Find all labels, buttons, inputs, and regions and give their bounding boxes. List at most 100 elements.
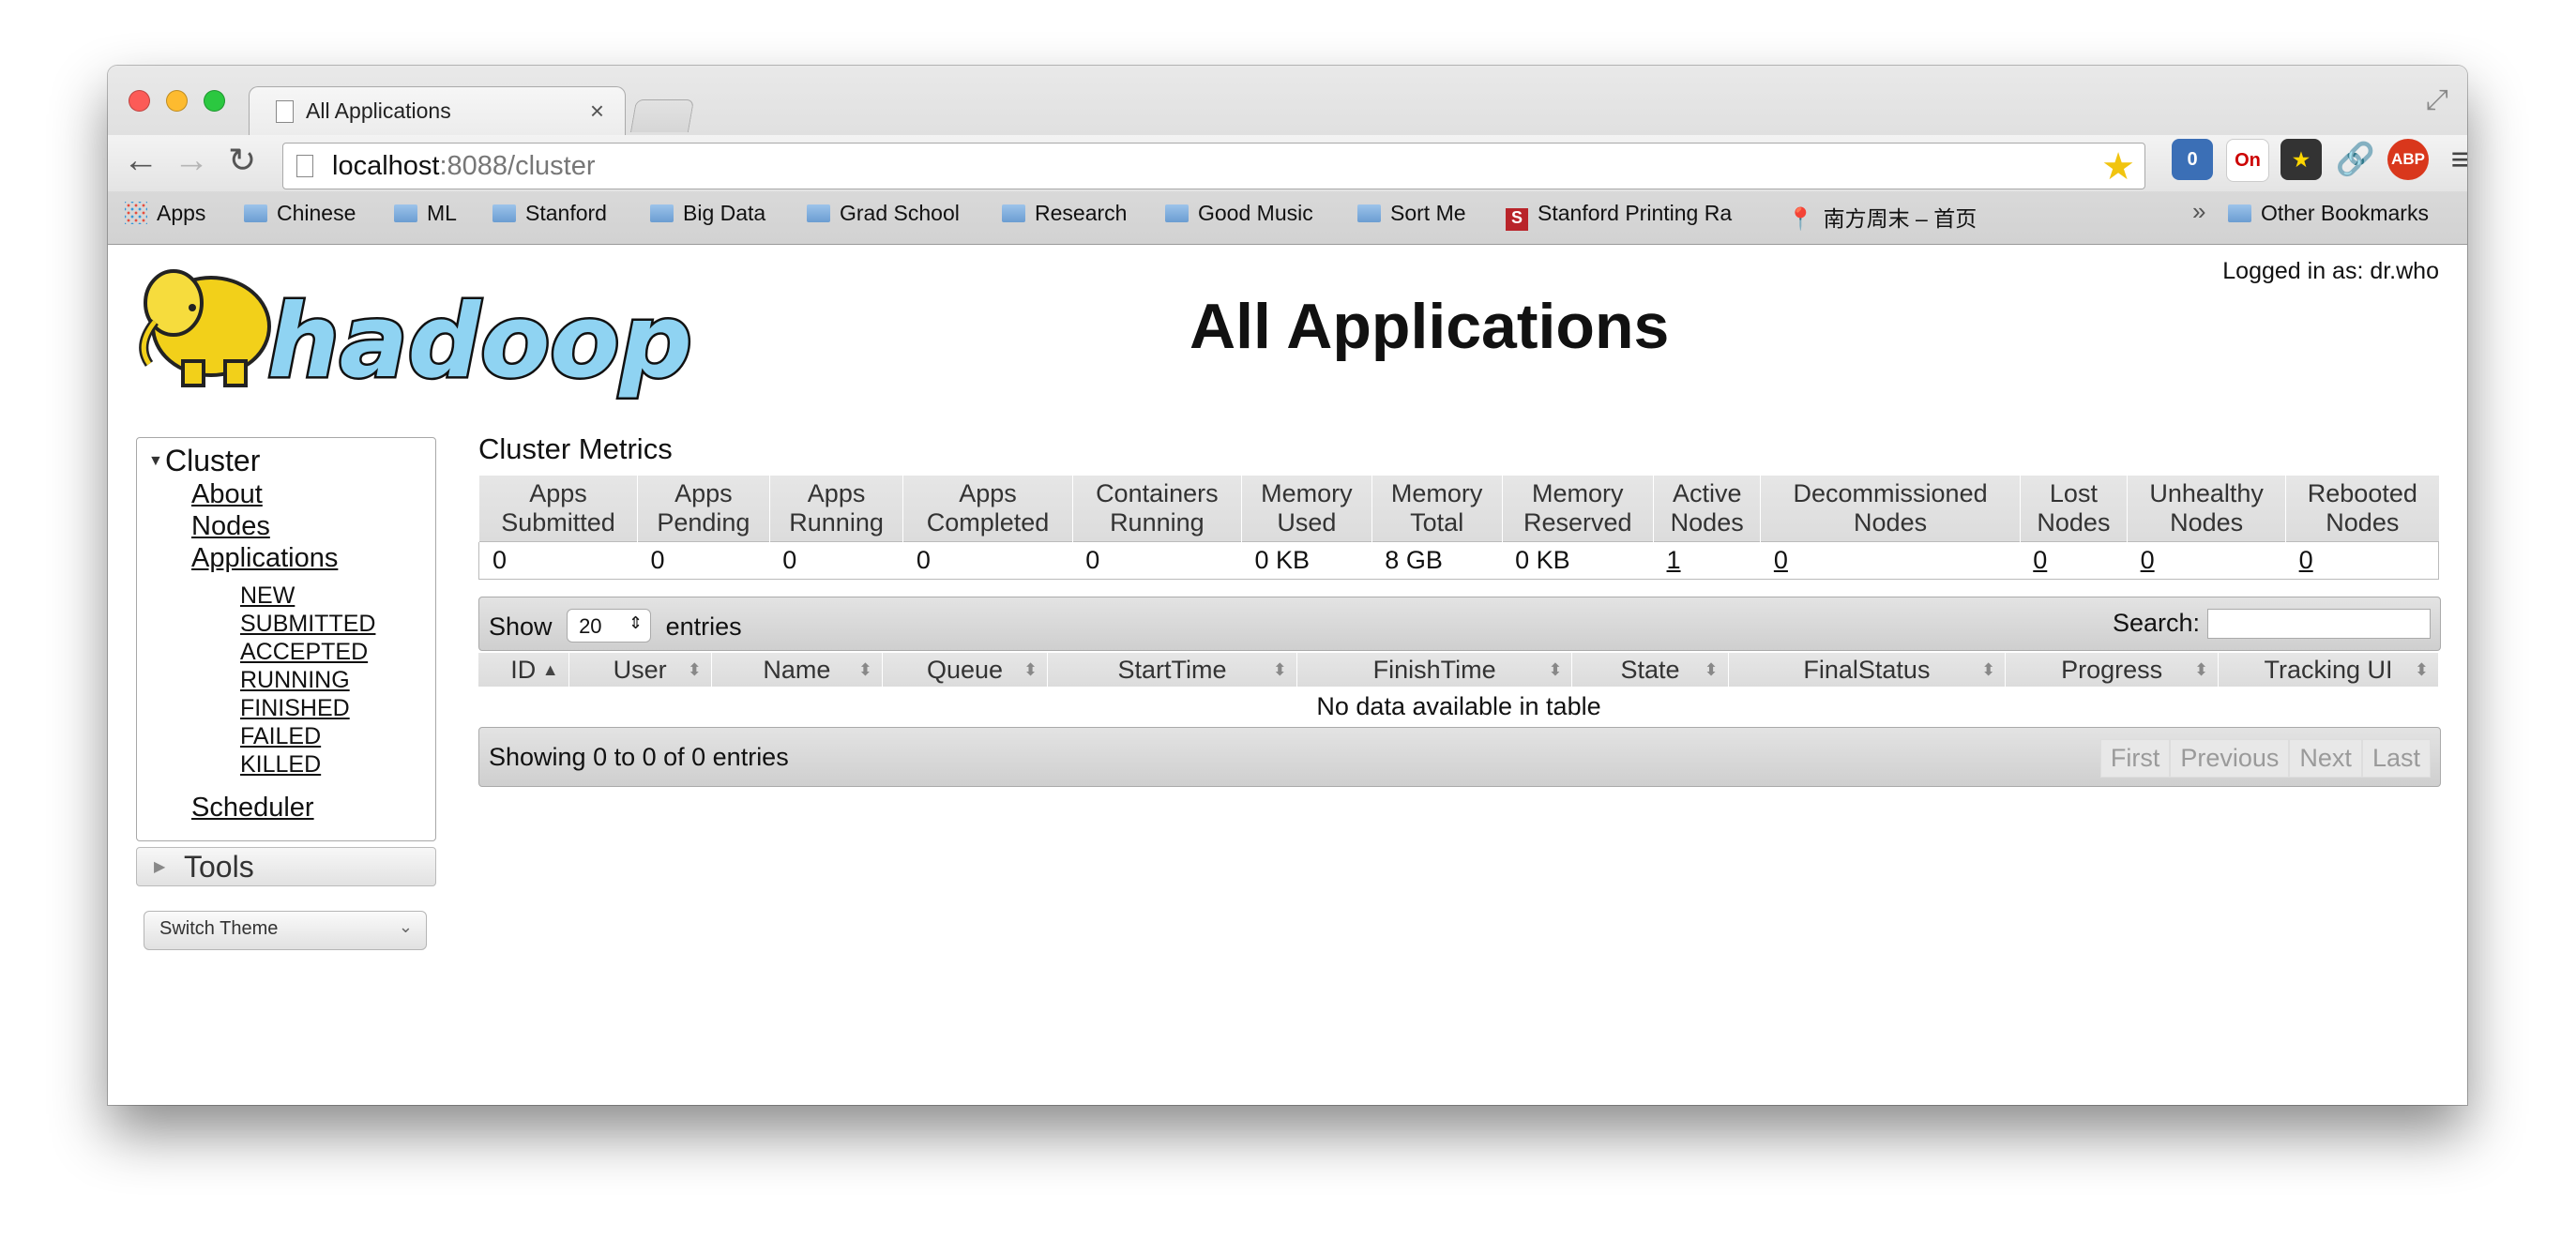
close-window-button[interactable] <box>129 90 150 112</box>
bookmark-big-data[interactable]: Big Data <box>650 201 765 226</box>
bookmark-grad-school[interactable]: Grad School <box>807 201 960 226</box>
column-id[interactable]: ID ▲ <box>478 653 569 687</box>
tab-all-applications[interactable]: All Applications × <box>249 86 626 136</box>
sidebar-link-about[interactable]: About <box>137 478 435 510</box>
first-page-button[interactable]: First <box>2099 739 2171 778</box>
hadoop-logo[interactable]: hadoop <box>136 256 699 406</box>
back-arrow-icon[interactable]: ← <box>123 141 159 181</box>
bookmark-stanford-printing[interactable]: S Stanford Printing Ra <box>1506 201 1732 231</box>
bookmark-stanford[interactable]: Stanford <box>492 201 607 226</box>
sort-icon: ⬍ <box>687 660 702 679</box>
column-state[interactable]: State ⬍ <box>1572 653 1729 687</box>
metrics-value-row: 0 0 0 0 0 0 KB 8 GB 0 KB 1 0 0 0 0 <box>478 541 2439 580</box>
url-text[interactable]: localhost:8088/cluster <box>332 151 596 182</box>
switch-theme-button[interactable]: Switch Theme ⌄ <box>144 911 427 950</box>
cluster-metrics-title: Cluster Metrics <box>478 432 673 465</box>
column-name[interactable]: Name ⬍ <box>712 653 883 687</box>
active-nodes-link[interactable]: 1 <box>1667 546 1681 574</box>
folder-icon <box>394 204 417 222</box>
metrics-header: Lost Nodes <box>2019 476 2128 542</box>
zoom-window-button[interactable] <box>204 90 225 112</box>
bookmark-ml[interactable]: ML <box>394 201 457 226</box>
sidebar-state-failed[interactable]: FAILED <box>137 722 435 750</box>
lost-nodes-link[interactable]: 0 <box>2033 546 2047 574</box>
column-finishtime[interactable]: FinishTime ⬍ <box>1297 653 1573 687</box>
adblock-plus-icon[interactable]: ABP <box>2387 139 2429 180</box>
column-user[interactable]: User ⬍ <box>569 653 712 687</box>
bookmark-good-music[interactable]: Good Music <box>1165 201 1313 226</box>
metric-rebooted-nodes: 0 <box>2285 541 2439 580</box>
entries-select[interactable]: 20 ⇕ <box>567 609 652 643</box>
unhealthy-nodes-link[interactable]: 0 <box>2141 546 2155 574</box>
bookmark-chinese[interactable]: Chinese <box>244 201 356 226</box>
metrics-header: Apps Running <box>768 476 903 542</box>
folder-icon <box>807 204 830 222</box>
page-icon <box>276 100 294 123</box>
bookmark-star-icon[interactable]: ★ <box>2101 145 2135 189</box>
star-extension-icon[interactable]: ★ <box>2281 139 2322 180</box>
bookmark-other[interactable]: Other Bookmarks <box>2228 201 2429 226</box>
search-label: Search: <box>2112 609 2200 637</box>
metric-containers-running: 0 <box>1072 541 1242 580</box>
metric-memory-reserved: 0 KB <box>1502 541 1654 580</box>
sidebar-state-running[interactable]: RUNNING <box>137 666 435 694</box>
address-bar[interactable]: localhost:8088/cluster ★ <box>282 143 2145 189</box>
bookmark-research[interactable]: Research <box>1002 201 1127 226</box>
sidebar-state-accepted[interactable]: ACCEPTED <box>137 638 435 666</box>
folder-icon <box>1165 204 1189 222</box>
search-input[interactable] <box>2207 609 2431 639</box>
cluster-metrics-table: Apps Submitted Apps Pending Apps Running Ap… <box>478 476 2439 580</box>
zhongwen-extension-icon[interactable]: On <box>2226 139 2269 182</box>
new-tab-button[interactable] <box>629 99 695 132</box>
last-page-button[interactable]: Last <box>2361 739 2431 778</box>
sort-asc-icon: ▲ <box>541 660 559 679</box>
column-finalstatus[interactable]: FinalStatus ⬍ <box>1729 653 2007 687</box>
sidebar-link-nodes[interactable]: Nodes <box>137 510 435 542</box>
more-bookmarks-icon[interactable]: » <box>2192 197 2205 226</box>
metrics-header: Active Nodes <box>1653 476 1761 542</box>
updown-arrow-icon: ⇕ <box>628 613 644 632</box>
link-extension-icon[interactable]: 🔗 <box>2335 139 2376 180</box>
metrics-header: Apps Pending <box>637 476 770 542</box>
empty-table-message: No data available in table <box>1316 692 1601 720</box>
sidebar-state-submitted[interactable]: SUBMITTED <box>137 610 435 638</box>
forward-arrow-icon[interactable]: → <box>174 141 209 181</box>
previous-page-button[interactable]: Previous <box>2170 739 2290 778</box>
metric-memory-used: 0 KB <box>1241 541 1372 580</box>
sidebar-state-finished[interactable]: FINISHED <box>137 694 435 722</box>
apps-grid-icon <box>125 202 147 224</box>
sidebar-state-new[interactable]: NEW <box>137 582 435 610</box>
apps-table-toolbar: Show 20 ⇕ entries Search: <box>478 597 2441 651</box>
sidebar-state-killed[interactable]: KILLED <box>137 750 435 779</box>
page-icon <box>296 155 313 177</box>
column-progress[interactable]: Progress ⬍ <box>2006 653 2220 687</box>
tab-close-icon[interactable]: × <box>590 97 604 126</box>
cluster-header[interactable]: ▼ Cluster <box>137 444 435 478</box>
decommissioned-nodes-link[interactable]: 0 <box>1774 546 1788 574</box>
bookmark-sort-me[interactable]: Sort Me <box>1357 201 1466 226</box>
main-content: Cluster Metrics Apps Submitted Apps Pendin… <box>478 432 2441 787</box>
sort-icon: ⬍ <box>1023 660 1038 679</box>
sidebar-link-applications[interactable]: Applications <box>137 542 435 574</box>
ghostery-extension-icon[interactable]: 0 <box>2172 139 2213 180</box>
minimize-window-button[interactable] <box>166 90 188 112</box>
bookmark-nanfang[interactable]: 📍 南方周末 – 首页 <box>1787 201 1977 233</box>
metric-active-nodes: 1 <box>1653 541 1761 580</box>
column-queue[interactable]: Queue ⬍ <box>883 653 1049 687</box>
hadoop-wordmark: hadoop <box>267 283 692 401</box>
sidebar-link-scheduler[interactable]: Scheduler <box>137 792 435 824</box>
tab-title: All Applications <box>306 98 451 123</box>
bookmark-apps[interactable]: Apps <box>125 201 205 226</box>
fullscreen-icon[interactable]: ⤢ <box>2426 84 2448 116</box>
metric-decommissioned-nodes: 0 <box>1760 541 2021 580</box>
tools-section[interactable]: ▶ Tools <box>136 847 436 886</box>
elephant-icon <box>139 269 271 387</box>
column-tracking-ui[interactable]: Tracking UI ⬍ <box>2219 653 2439 687</box>
next-page-button[interactable]: Next <box>2289 739 2362 778</box>
folder-icon <box>1002 204 1025 222</box>
sidebar: ▼ Cluster About Nodes Applications NEW SU… <box>136 437 436 950</box>
rebooted-nodes-link[interactable]: 0 <box>2299 546 2313 574</box>
chrome-menu-icon[interactable]: ≡ <box>2440 139 2467 180</box>
column-starttime[interactable]: StartTime ⬍ <box>1048 653 1297 687</box>
reload-icon[interactable]: ↻ <box>228 141 256 180</box>
